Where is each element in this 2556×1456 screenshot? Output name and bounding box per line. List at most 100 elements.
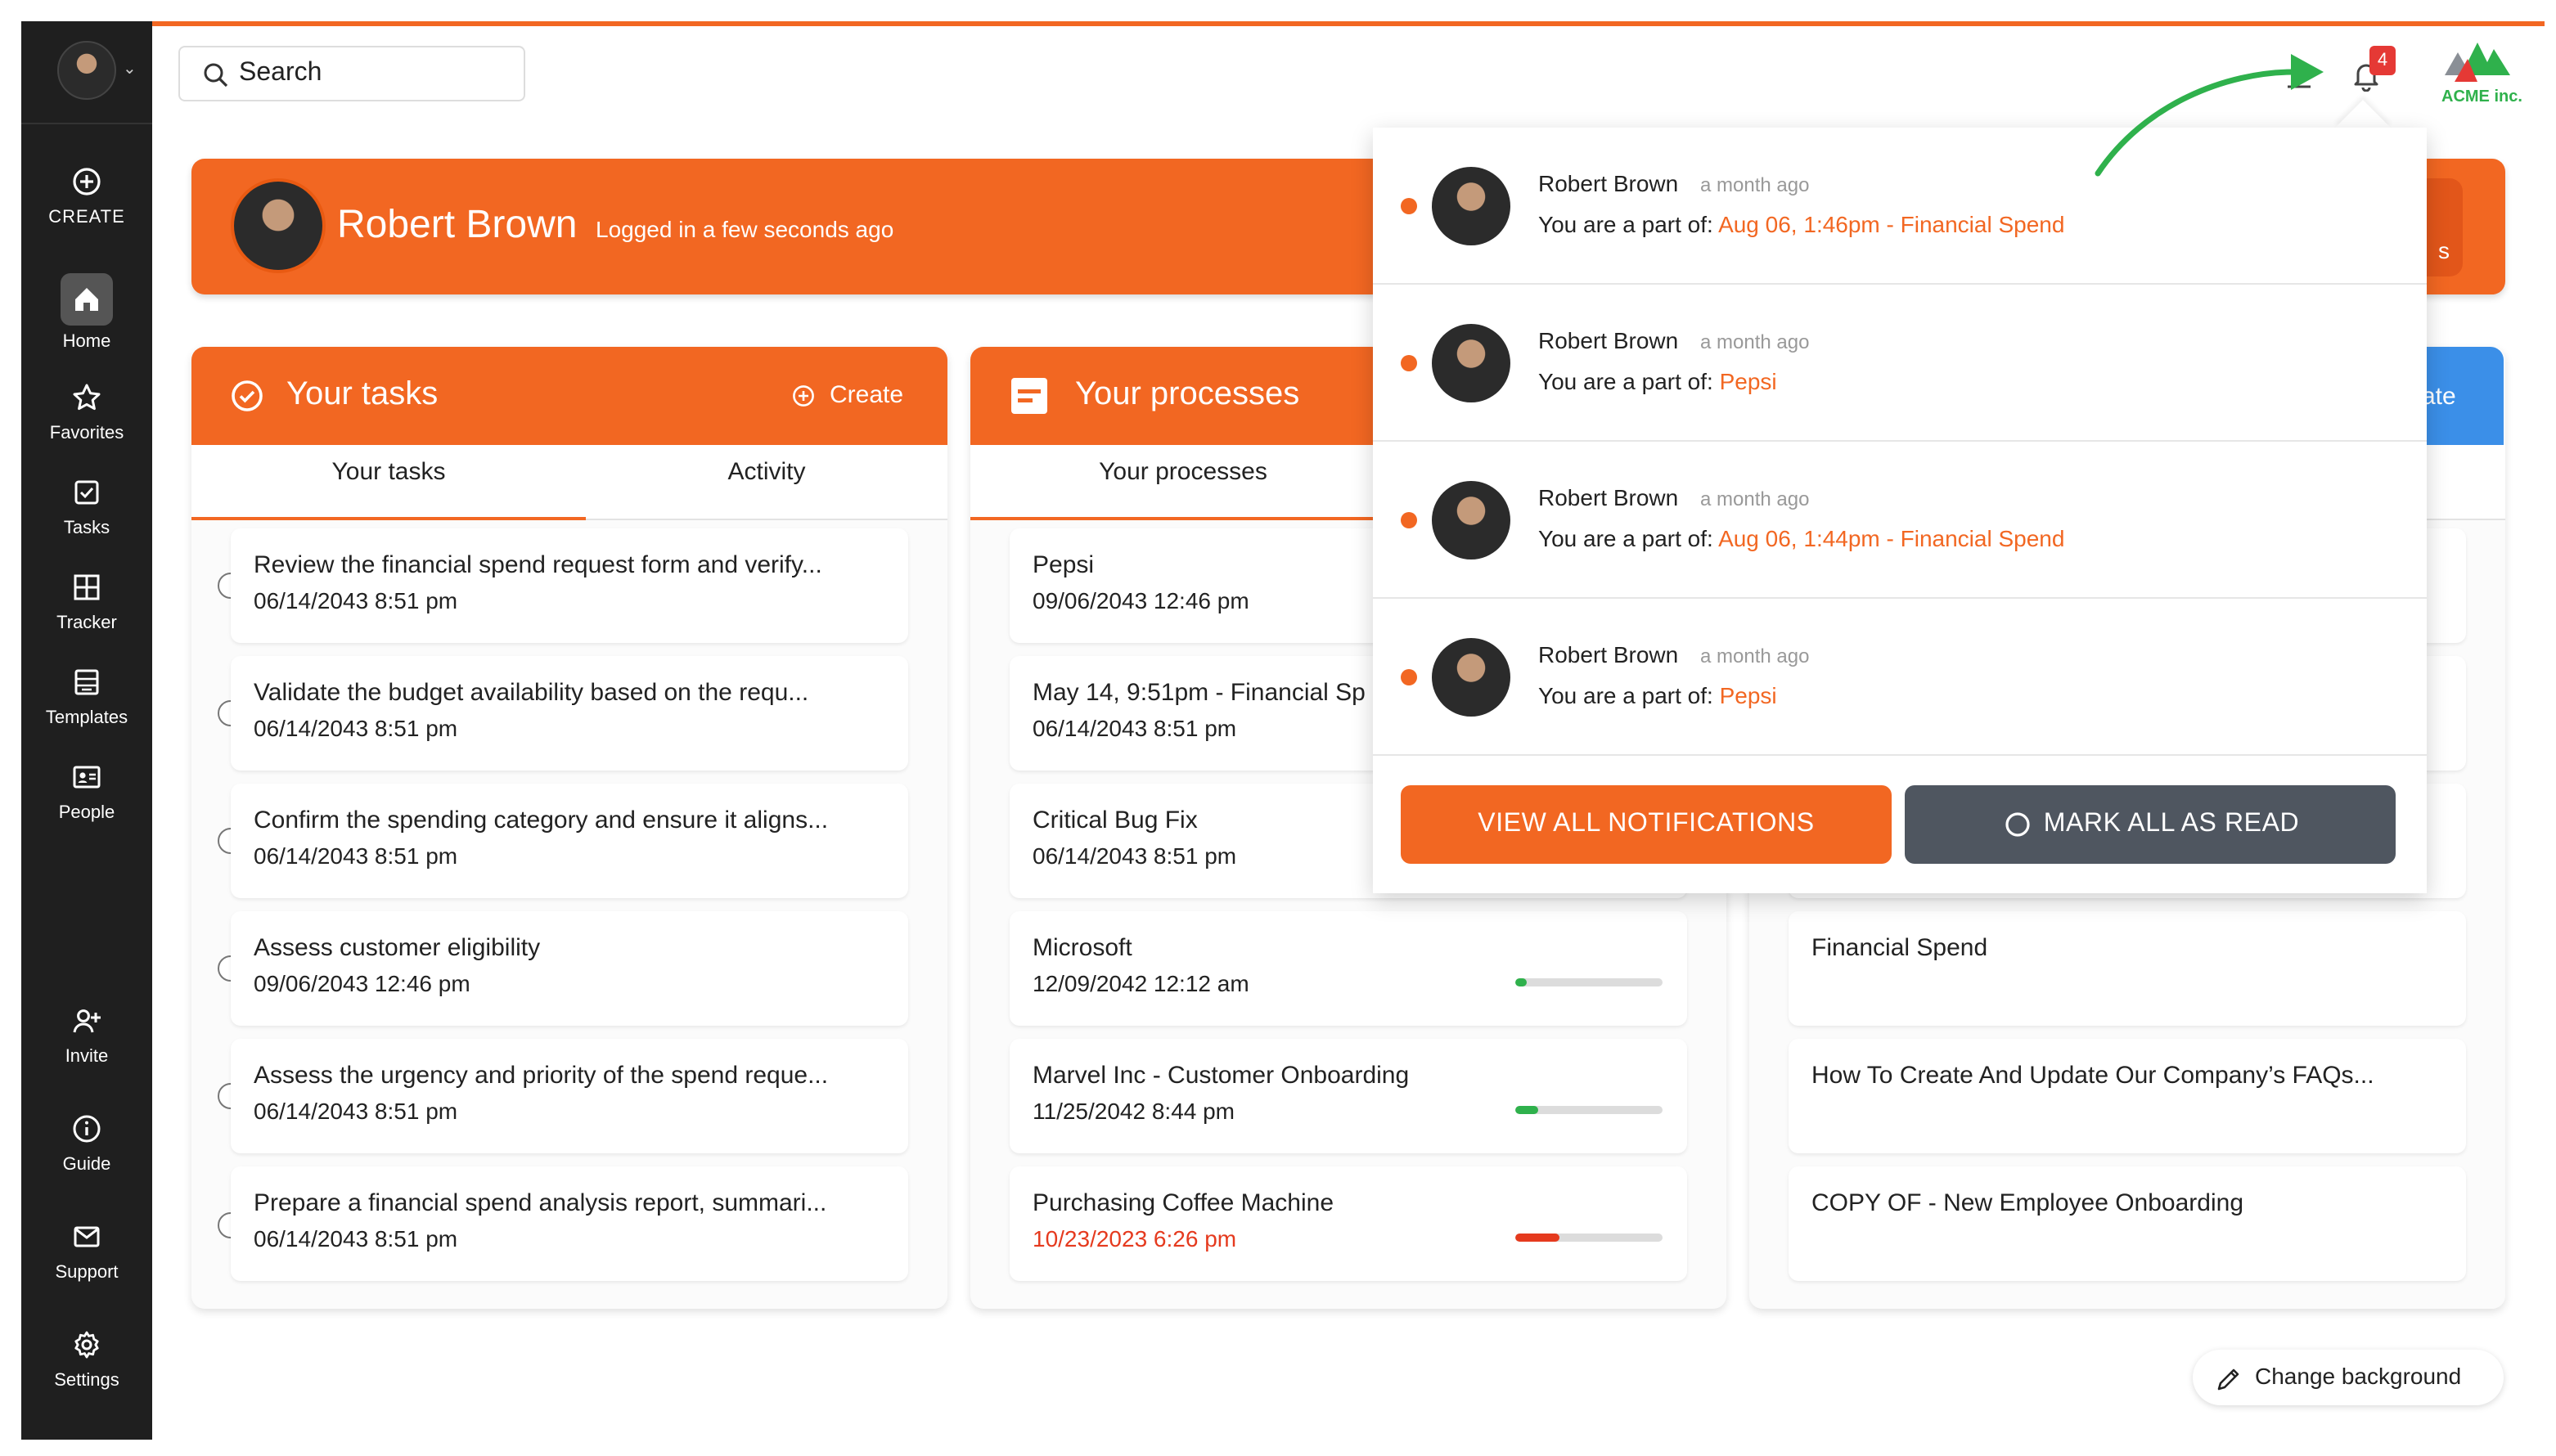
notification-item[interactable]: Robert Brown a month ago You are a part … (1373, 599, 2427, 756)
notification-item[interactable]: Robert Brown a month ago You are a part … (1373, 285, 2427, 442)
mark-all-read-label: MARK ALL AS READ (2043, 810, 2300, 838)
task-card[interactable]: Validate the budget availability based o… (231, 656, 908, 771)
app-root: ⌄ CREATE Home Favorites Tasks Tracker Te… (0, 0, 2556, 1456)
progress-fill (1515, 978, 1528, 986)
notification-item[interactable]: Robert Brown a month ago You are a part … (1373, 442, 2427, 599)
sidebar-item-create[interactable]: CREATE (21, 165, 152, 227)
progress-bar (1515, 978, 1663, 986)
add-user-icon (73, 1009, 101, 1033)
notification-text: You are a part of: Pepsi (1538, 682, 1777, 708)
sidebar-item-home[interactable]: Home (21, 273, 152, 352)
notification-prefix: You are a part of: (1538, 211, 1713, 237)
notification-link[interactable]: Aug 06, 1:46pm - Financial Spend (1718, 211, 2064, 237)
tab-your-processes[interactable]: Your processes (970, 445, 1396, 520)
avatar (1432, 324, 1510, 402)
user-avatar[interactable] (57, 41, 116, 100)
change-background-button[interactable]: Change background (2193, 1350, 2504, 1405)
process-date: 12/09/2042 12:12 am (1033, 970, 1249, 996)
tab-your-tasks[interactable]: Your tasks (191, 445, 586, 520)
progress-fill (1515, 1106, 1539, 1114)
sidebar-item-guide[interactable]: Guide (21, 1112, 152, 1175)
banner-action-label: s (2438, 237, 2450, 263)
unread-dot (1401, 355, 1417, 371)
notifications-footer: VIEW ALL NOTIFICATIONS MARK ALL AS READ (1373, 759, 2427, 893)
search-icon (204, 63, 228, 88)
search-box[interactable] (178, 46, 525, 101)
sidebar-item-settings[interactable]: Settings (21, 1328, 152, 1391)
grid-icon (74, 574, 100, 600)
sidebar-item-support[interactable]: Support (21, 1220, 152, 1283)
sidebar-item-label: Settings (54, 1371, 119, 1391)
chevron-down-icon[interactable]: ⌄ (123, 61, 137, 79)
notification-link[interactable]: Aug 06, 1:44pm - Financial Spend (1718, 525, 2064, 551)
task-title: Confirm the spending category and ensure… (254, 807, 829, 834)
template-card[interactable]: COPY OF - New Employee Onboarding (1789, 1166, 2466, 1281)
sidebar-item-tracker[interactable]: Tracker (21, 571, 152, 633)
task-title: Assess the urgency and priority of the s… (254, 1062, 829, 1090)
sidebar-item-tasks[interactable]: Tasks (21, 476, 152, 538)
id-card-icon (73, 766, 101, 789)
unread-dot (1401, 198, 1417, 214)
task-card[interactable]: Prepare a financial spend analysis repor… (231, 1166, 908, 1281)
mail-icon (74, 1226, 100, 1247)
notification-time: a month ago (1700, 488, 1810, 510)
template-icon (74, 669, 99, 695)
mark-all-read-button[interactable]: MARK ALL AS READ (1905, 785, 2396, 864)
task-title: Validate the budget availability based o… (254, 679, 809, 707)
template-title: COPY OF - New Employee Onboarding (1811, 1189, 2244, 1217)
home-icon (75, 288, 98, 311)
process-card[interactable]: Microsoft 12/09/2042 12:12 am (1010, 911, 1687, 1026)
process-date: 06/14/2043 8:51 pm (1033, 715, 1237, 741)
task-date: 09/06/2043 12:46 pm (254, 970, 470, 996)
annotation-arrow-icon (2095, 54, 2324, 177)
sidebar-item-label: Tracker (56, 613, 117, 633)
task-date: 06/14/2043 8:51 pm (254, 1225, 458, 1252)
process-date: 11/25/2042 8:44 pm (1033, 1098, 1235, 1124)
task-title: Assess customer eligibility (254, 934, 541, 962)
process-card[interactable]: Purchasing Coffee Machine 10/23/2023 6:2… (1010, 1166, 1687, 1281)
notification-time: a month ago (1700, 645, 1810, 667)
sidebar-item-templates[interactable]: Templates (21, 666, 152, 728)
notification-user: Robert Brown (1538, 170, 1679, 196)
notification-link[interactable]: Pepsi (1720, 368, 1777, 394)
notification-text: You are a part of: Aug 06, 1:44pm - Fina… (1538, 525, 2064, 551)
notification-prefix: You are a part of: (1538, 368, 1713, 394)
tasks-create-label: Create (830, 381, 904, 409)
process-date-overdue: 10/23/2023 6:26 pm (1033, 1225, 1237, 1252)
template-card[interactable]: Financial Spend (1789, 911, 2466, 1026)
sidebar-item-label: Support (55, 1263, 119, 1283)
logo-text: ACME inc. (2441, 88, 2522, 106)
notification-count-badge: 4 (2369, 46, 2396, 75)
process-title: Pepsi (1033, 551, 1095, 579)
top-accent-line (152, 21, 2545, 26)
task-date: 06/14/2043 8:51 pm (254, 1098, 458, 1124)
process-card[interactable]: Marvel Inc - Customer Onboarding 11/25/2… (1010, 1039, 1687, 1153)
sidebar-item-favorites[interactable]: Favorites (21, 381, 152, 443)
checkbox-icon (74, 480, 99, 505)
task-card[interactable]: Assess the urgency and priority of the s… (231, 1039, 908, 1153)
unread-dot (1401, 512, 1417, 528)
process-date: 06/14/2043 8:51 pm (1033, 843, 1237, 869)
sidebar: ⌄ CREATE Home Favorites Tasks Tracker Te… (21, 21, 152, 1440)
sidebar-item-label: Favorites (49, 424, 124, 443)
tab-activity[interactable]: Activity (586, 445, 947, 520)
circle-icon (2005, 812, 2030, 837)
task-card[interactable]: Confirm the spending category and ensure… (231, 784, 908, 898)
template-card[interactable]: How To Create And Update Our Company’s F… (1789, 1039, 2466, 1153)
search-input[interactable] (239, 57, 509, 90)
view-all-notifications-button[interactable]: VIEW ALL NOTIFICATIONS (1401, 785, 1892, 864)
sidebar-item-invite[interactable]: Invite (21, 1004, 152, 1067)
progress-bar (1515, 1234, 1663, 1242)
progress-bar (1515, 1106, 1663, 1114)
sidebar-item-people[interactable]: People (21, 761, 152, 823)
task-card[interactable]: Assess customer eligibility 09/06/2043 1… (231, 911, 908, 1026)
tasks-tabs: Your tasks Activity (191, 445, 947, 520)
progress-fill (1515, 1234, 1559, 1242)
task-title: Review the financial spend request form … (254, 551, 822, 579)
notification-user: Robert Brown (1538, 327, 1679, 353)
task-date: 06/14/2043 8:51 pm (254, 715, 458, 741)
info-icon (73, 1115, 101, 1143)
task-card[interactable]: Review the financial spend request form … (231, 528, 908, 643)
notification-link[interactable]: Pepsi (1720, 682, 1777, 708)
process-date: 09/06/2043 12:46 pm (1033, 587, 1249, 613)
